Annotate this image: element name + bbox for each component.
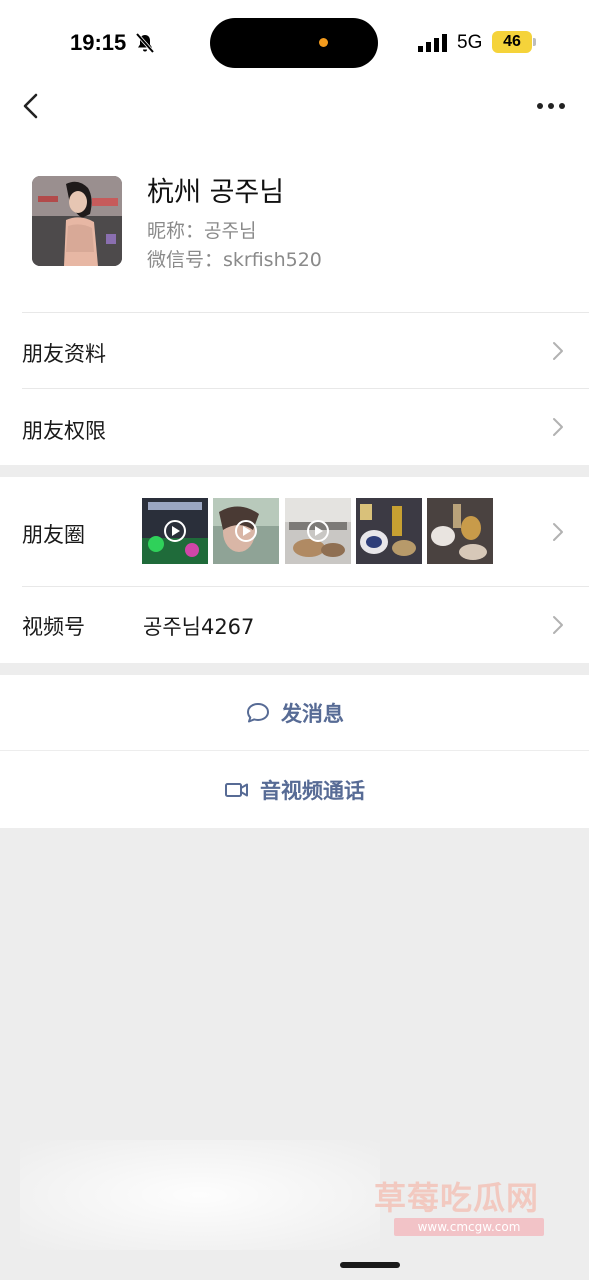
- battery-tip: [533, 38, 536, 46]
- home-indicator[interactable]: [340, 1262, 400, 1268]
- dynamic-island: [210, 18, 378, 68]
- more-dots-icon[interactable]: [534, 94, 568, 118]
- avatar[interactable]: [32, 176, 122, 266]
- profile-nickname: 昵称：공주님: [147, 220, 257, 242]
- chevron-right-icon: [553, 418, 563, 436]
- nav-bar: [0, 80, 589, 132]
- actions-group: 发消息 音视频通话: [0, 675, 589, 828]
- status-time: 19:15: [70, 30, 127, 55]
- friend-permissions-label: 朋友权限: [22, 419, 106, 443]
- moments-group: 朋友圈 视频号 공주님4267: [0, 477, 589, 663]
- av-call-button[interactable]: 音视频通话: [0, 752, 589, 828]
- battery-level: 46: [492, 31, 532, 53]
- bell-slash-icon: [135, 32, 155, 54]
- moments-thumb-3: [285, 498, 351, 564]
- send-message-button[interactable]: 发消息: [0, 675, 589, 750]
- chevron-left-icon[interactable]: [18, 90, 46, 122]
- moments-thumb-1: [142, 498, 208, 564]
- privacy-indicator-dot: [319, 38, 328, 47]
- friend-info-label: 朋友资料: [22, 342, 106, 366]
- send-message-label: 发消息: [281, 701, 344, 726]
- profile-wechat-id: 微信号：skrfish520: [147, 249, 322, 271]
- watermark-title: 草莓吃瓜网: [374, 1179, 540, 1217]
- moments-thumb-2: [213, 498, 279, 564]
- chevron-right-icon: [553, 342, 563, 360]
- friend-info-cell[interactable]: 朋友资料: [0, 312, 589, 388]
- friend-settings-group: 朋友资料 朋友权限: [0, 312, 589, 465]
- divider: [0, 750, 589, 751]
- profile-name: 杭州 공주님: [147, 177, 285, 208]
- moments-thumb-5: [427, 498, 493, 564]
- profile-header: 杭州 공주님 昵称：공주님 微信号：skrfish520: [0, 132, 589, 312]
- channels-label: 视频号: [22, 615, 85, 639]
- channels-value: 공주님4267: [143, 615, 255, 639]
- status-bar: 19:15 5G 46: [0, 0, 589, 80]
- channels-cell[interactable]: 视频号 공주님4267: [0, 587, 589, 663]
- video-camera-icon: [225, 783, 248, 797]
- watermark-url: www.cmcgw.com: [394, 1218, 544, 1236]
- signal-icon: [418, 34, 447, 52]
- moments-label: 朋友圈: [22, 523, 85, 547]
- moments-cell[interactable]: 朋友圈: [0, 477, 589, 586]
- watermark-glow: [20, 1140, 380, 1250]
- av-call-label: 音视频通话: [260, 779, 365, 803]
- moments-thumb-4: [356, 498, 422, 564]
- chat-bubble-icon: [247, 702, 269, 722]
- friend-permissions-cell[interactable]: 朋友权限: [0, 389, 589, 465]
- network-type: 5G: [457, 32, 483, 53]
- chevron-right-icon: [553, 616, 563, 634]
- chevron-right-icon: [553, 523, 563, 541]
